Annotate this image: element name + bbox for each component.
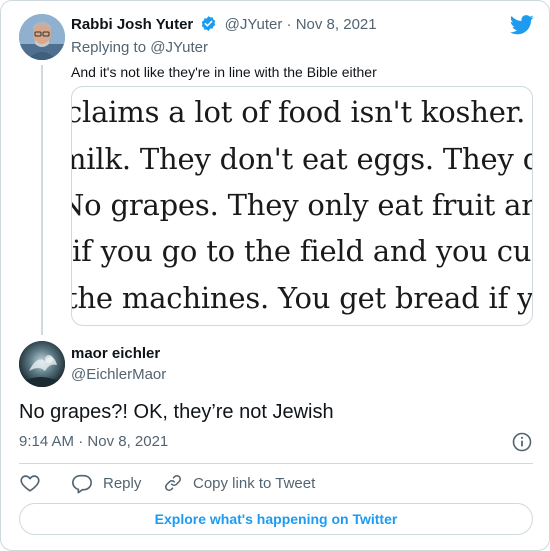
info-icon[interactable] [511,431,533,453]
tweet-embed-card: Rabbi Josh Yuter @JYuter · Nov 8, 2021 R… [0,0,550,551]
copy-link-label: Copy link to Tweet [193,474,316,492]
reply-date: Nov 8, 2021 [87,433,169,450]
divider [19,463,533,464]
dot-separator: · [286,16,292,33]
media-text-line: milk. They don't eat eggs. They don't e [72,142,532,176]
explore-twitter-button[interactable]: Explore what's happening on Twitter [19,503,533,535]
parent-handle[interactable]: @JYuter [225,16,283,33]
parent-avatar[interactable] [19,14,65,60]
dot-separator: · [78,433,84,450]
reply-timestamp[interactable]: 9:14 AM · Nov 8, 2021 [19,433,168,450]
replying-to-line: Replying to @JYuter [71,39,208,56]
reply-label: Reply [103,474,142,492]
thread-connector-line [41,65,43,335]
parent-author-name[interactable]: Rabbi Josh Yuter [71,16,193,33]
twitter-bird-icon[interactable] [509,15,534,35]
reply-author-name[interactable]: maor eichler [71,345,160,362]
reply-handle[interactable]: @EichlerMaor [71,366,166,383]
media-text-line: the machines. You get bread if you're [72,281,533,315]
reply-button[interactable]: Reply [71,471,141,495]
parent-tweet-text: And it's not like they're in line with t… [71,64,377,80]
parent-media-image[interactable]: claims a lot of food isn't kosher. They … [71,86,533,326]
parent-date[interactable]: Nov 8, 2021 [296,16,377,33]
copy-link-button[interactable]: Copy link to Tweet [163,471,315,495]
like-button[interactable] [19,471,41,495]
media-text-line: claims a lot of food isn't kosher. They [71,95,532,129]
media-text-line: No grapes. They only eat fruit and veg [72,188,532,222]
media-text-line: if you go to the field and you cut the [72,234,532,268]
replying-to-link[interactable]: @JYuter [150,39,208,56]
verified-badge-icon [200,15,217,36]
parent-header: Rabbi Josh Yuter @JYuter · Nov 8, 2021 [71,15,377,37]
reply-avatar[interactable] [19,341,65,387]
replying-prefix: Replying to [71,39,147,56]
reply-time: 9:14 AM [19,433,75,450]
reply-tweet-text: No grapes?! OK, they’re not Jewish [19,401,334,423]
reply-bubble-icon [72,474,92,494]
link-icon [165,475,181,491]
heart-icon [20,475,40,492]
